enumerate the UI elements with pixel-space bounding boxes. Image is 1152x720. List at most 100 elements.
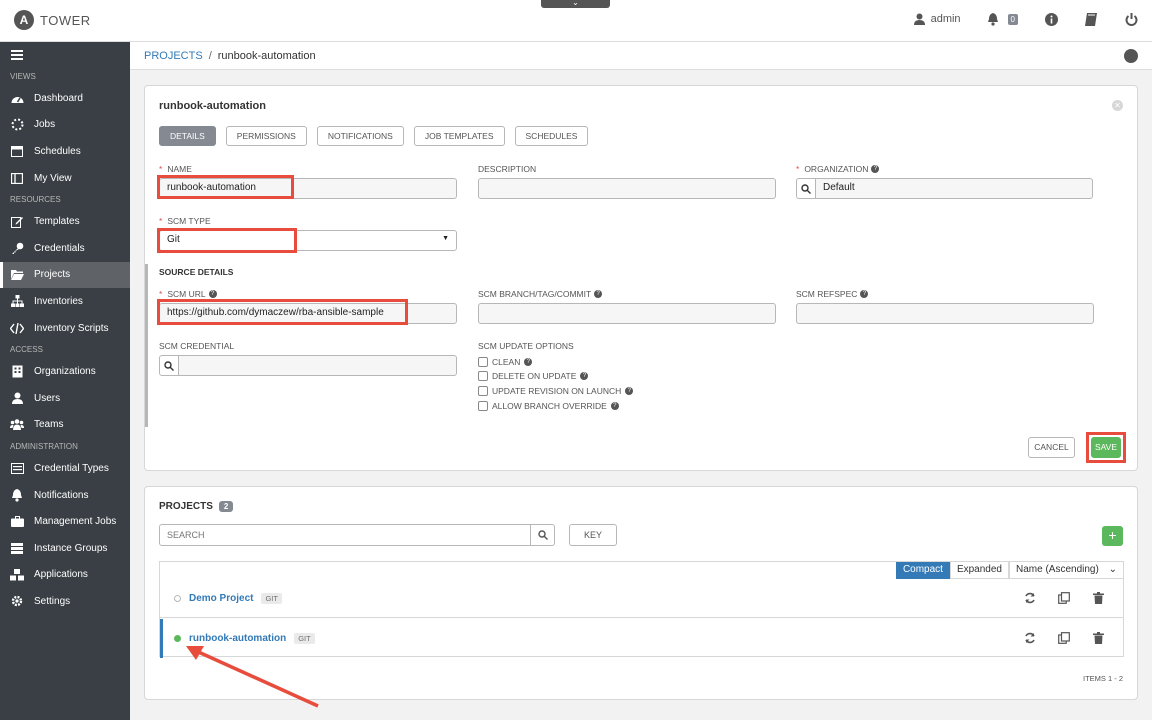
sidebar-item-organizations[interactable]: Organizations bbox=[0, 358, 130, 385]
delete-on-update-option[interactable]: DELETE ON UPDATE? bbox=[478, 371, 589, 381]
expanded-view-button[interactable]: Expanded bbox=[949, 562, 1009, 579]
search-input[interactable] bbox=[159, 524, 531, 546]
trash-icon[interactable] bbox=[1091, 591, 1105, 605]
form-tabs: DETAILS PERMISSIONS NOTIFICATIONS JOB TE… bbox=[159, 126, 589, 146]
app-logo[interactable]: A TOWER bbox=[14, 10, 91, 30]
tab-job-templates[interactable]: JOB TEMPLATES bbox=[413, 126, 505, 146]
cubes-icon bbox=[10, 568, 24, 582]
activity-stream-icon[interactable] bbox=[1124, 49, 1138, 63]
help-icon: ? bbox=[625, 387, 634, 395]
caret-down-icon: ▼ bbox=[442, 235, 449, 242]
search-button[interactable] bbox=[531, 524, 555, 546]
projects-count-badge: 2 bbox=[218, 501, 234, 512]
sidebar-item-templates[interactable]: Templates bbox=[0, 208, 130, 235]
scm-branch-input[interactable] bbox=[478, 303, 776, 324]
sidebar-item-credentials[interactable]: Credentials bbox=[0, 235, 130, 262]
close-icon[interactable]: ✕ bbox=[1112, 100, 1123, 111]
update-on-launch-checkbox[interactable] bbox=[478, 386, 488, 396]
cancel-button[interactable]: CANCEL bbox=[1028, 437, 1075, 458]
scm-refspec-input[interactable] bbox=[796, 303, 1094, 324]
scm-credential-lookup-button[interactable] bbox=[159, 355, 179, 376]
hamburger-icon bbox=[11, 50, 23, 52]
sidebar-item-settings[interactable]: Settings bbox=[0, 588, 130, 615]
search-icon bbox=[537, 530, 548, 540]
sidebar-item-notifications[interactable]: Notifications bbox=[0, 482, 130, 509]
sidebar-item-label: Dashboard bbox=[34, 92, 83, 104]
delete-on-update-checkbox[interactable] bbox=[478, 371, 488, 381]
description-input[interactable] bbox=[478, 178, 776, 199]
book-icon bbox=[1085, 12, 1097, 26]
scm-url-label: * SCM URL? bbox=[159, 289, 217, 299]
sidebar-item-inventory-scripts[interactable]: Inventory Scripts bbox=[0, 315, 130, 342]
organization-lookup-button[interactable] bbox=[796, 178, 816, 199]
about-button[interactable] bbox=[1044, 12, 1058, 26]
tab-details[interactable]: DETAILS bbox=[159, 126, 216, 146]
sidebar-item-management-jobs[interactable]: Management Jobs bbox=[0, 508, 130, 535]
power-icon bbox=[1125, 12, 1137, 26]
project-name-link[interactable]: Demo Project bbox=[189, 593, 253, 604]
sync-icon[interactable] bbox=[1023, 591, 1037, 605]
annotation-highlight bbox=[1086, 432, 1126, 463]
update-on-launch-option[interactable]: UPDATE REVISION ON LAUNCH? bbox=[478, 386, 634, 396]
tab-permissions[interactable]: PERMISSIONS bbox=[225, 126, 307, 146]
source-details-bar bbox=[145, 264, 148, 427]
allow-branch-override-option[interactable]: ALLOW BRANCH OVERRIDE? bbox=[478, 401, 619, 411]
sidebar-item-label: Teams bbox=[34, 419, 64, 431]
sidebar-item-teams[interactable]: Teams bbox=[0, 412, 130, 439]
trash-icon[interactable] bbox=[1091, 631, 1105, 645]
project-form-panel: runbook-automation ✕ DETAILS PERMISSIONS… bbox=[144, 85, 1138, 471]
organization-label: * ORGANIZATION? bbox=[796, 164, 880, 174]
menu-toggle[interactable] bbox=[0, 42, 130, 68]
sidebar-item-credential-types[interactable]: Credential Types bbox=[0, 455, 130, 482]
scm-branch-label: SCM BRANCH/TAG/COMMIT? bbox=[478, 289, 603, 299]
key-button[interactable]: KEY bbox=[569, 524, 617, 546]
sidebar-item-applications[interactable]: Applications bbox=[0, 562, 130, 589]
copy-icon[interactable] bbox=[1057, 631, 1071, 645]
breadcrumb-current: runbook-automation bbox=[217, 50, 316, 62]
sidebar-item-projects[interactable]: Projects bbox=[0, 261, 130, 289]
user-menu[interactable]: admin bbox=[913, 13, 961, 25]
sort-dropdown[interactable]: Name (Ascending) ⌄ bbox=[1009, 562, 1123, 579]
scm-type-tag: GIT bbox=[261, 592, 282, 604]
breadcrumb-projects-link[interactable]: PROJECTS bbox=[144, 50, 203, 62]
logout-button[interactable] bbox=[1124, 12, 1138, 26]
sidebar-item-label: My View bbox=[34, 172, 72, 184]
status-idle-icon[interactable] bbox=[174, 594, 181, 602]
sidebar-section-resources: RESOURCES bbox=[10, 195, 61, 205]
clean-option[interactable]: CLEAN? bbox=[478, 357, 533, 367]
building-icon bbox=[10, 365, 24, 379]
sidebar-item-users[interactable]: Users bbox=[0, 385, 130, 412]
sync-icon[interactable] bbox=[1023, 631, 1037, 645]
tab-notifications[interactable]: NOTIFICATIONS bbox=[316, 126, 404, 146]
allow-branch-override-checkbox[interactable] bbox=[478, 401, 488, 411]
breadcrumb-separator: / bbox=[208, 50, 212, 62]
sidebar-item-jobs[interactable]: Jobs bbox=[0, 112, 130, 139]
add-project-button[interactable]: + bbox=[1102, 526, 1123, 546]
scm-credential-label: SCM CREDENTIAL bbox=[159, 341, 235, 351]
annotation-arrow bbox=[186, 646, 319, 708]
sidebar-item-instance-groups[interactable]: Instance Groups bbox=[0, 535, 130, 562]
sidebar-item-schedules[interactable]: Schedules bbox=[0, 138, 130, 165]
sidebar-item-my-view[interactable]: My View bbox=[0, 165, 130, 192]
sidebar-item-inventories[interactable]: Inventories bbox=[0, 288, 130, 315]
collapse-header-toggle[interactable]: ⌄ bbox=[541, 0, 610, 8]
scm-credential-input[interactable] bbox=[178, 355, 457, 376]
scm-type-label: * SCM TYPE bbox=[159, 216, 211, 226]
docs-button[interactable] bbox=[1084, 12, 1098, 26]
scm-update-options-label: SCM UPDATE OPTIONS bbox=[478, 341, 574, 351]
scm-refspec-label: SCM REFSPEC? bbox=[796, 289, 869, 299]
user-icon bbox=[10, 391, 24, 405]
tab-schedules[interactable]: SCHEDULES bbox=[514, 126, 589, 146]
copy-icon[interactable] bbox=[1057, 591, 1071, 605]
code-icon bbox=[10, 321, 24, 335]
pencil-icon bbox=[10, 215, 24, 229]
sidebar-item-label: Jobs bbox=[34, 119, 56, 131]
help-icon: ? bbox=[208, 290, 217, 298]
notifications-button[interactable]: 0 bbox=[987, 12, 1018, 26]
compact-view-button[interactable]: Compact bbox=[895, 562, 950, 579]
organization-input[interactable]: Default bbox=[815, 178, 1093, 199]
username: admin bbox=[930, 13, 961, 25]
sidebar-item-dashboard[interactable]: Dashboard bbox=[0, 85, 130, 112]
briefcase-icon bbox=[10, 515, 24, 529]
clean-checkbox[interactable] bbox=[478, 357, 488, 367]
